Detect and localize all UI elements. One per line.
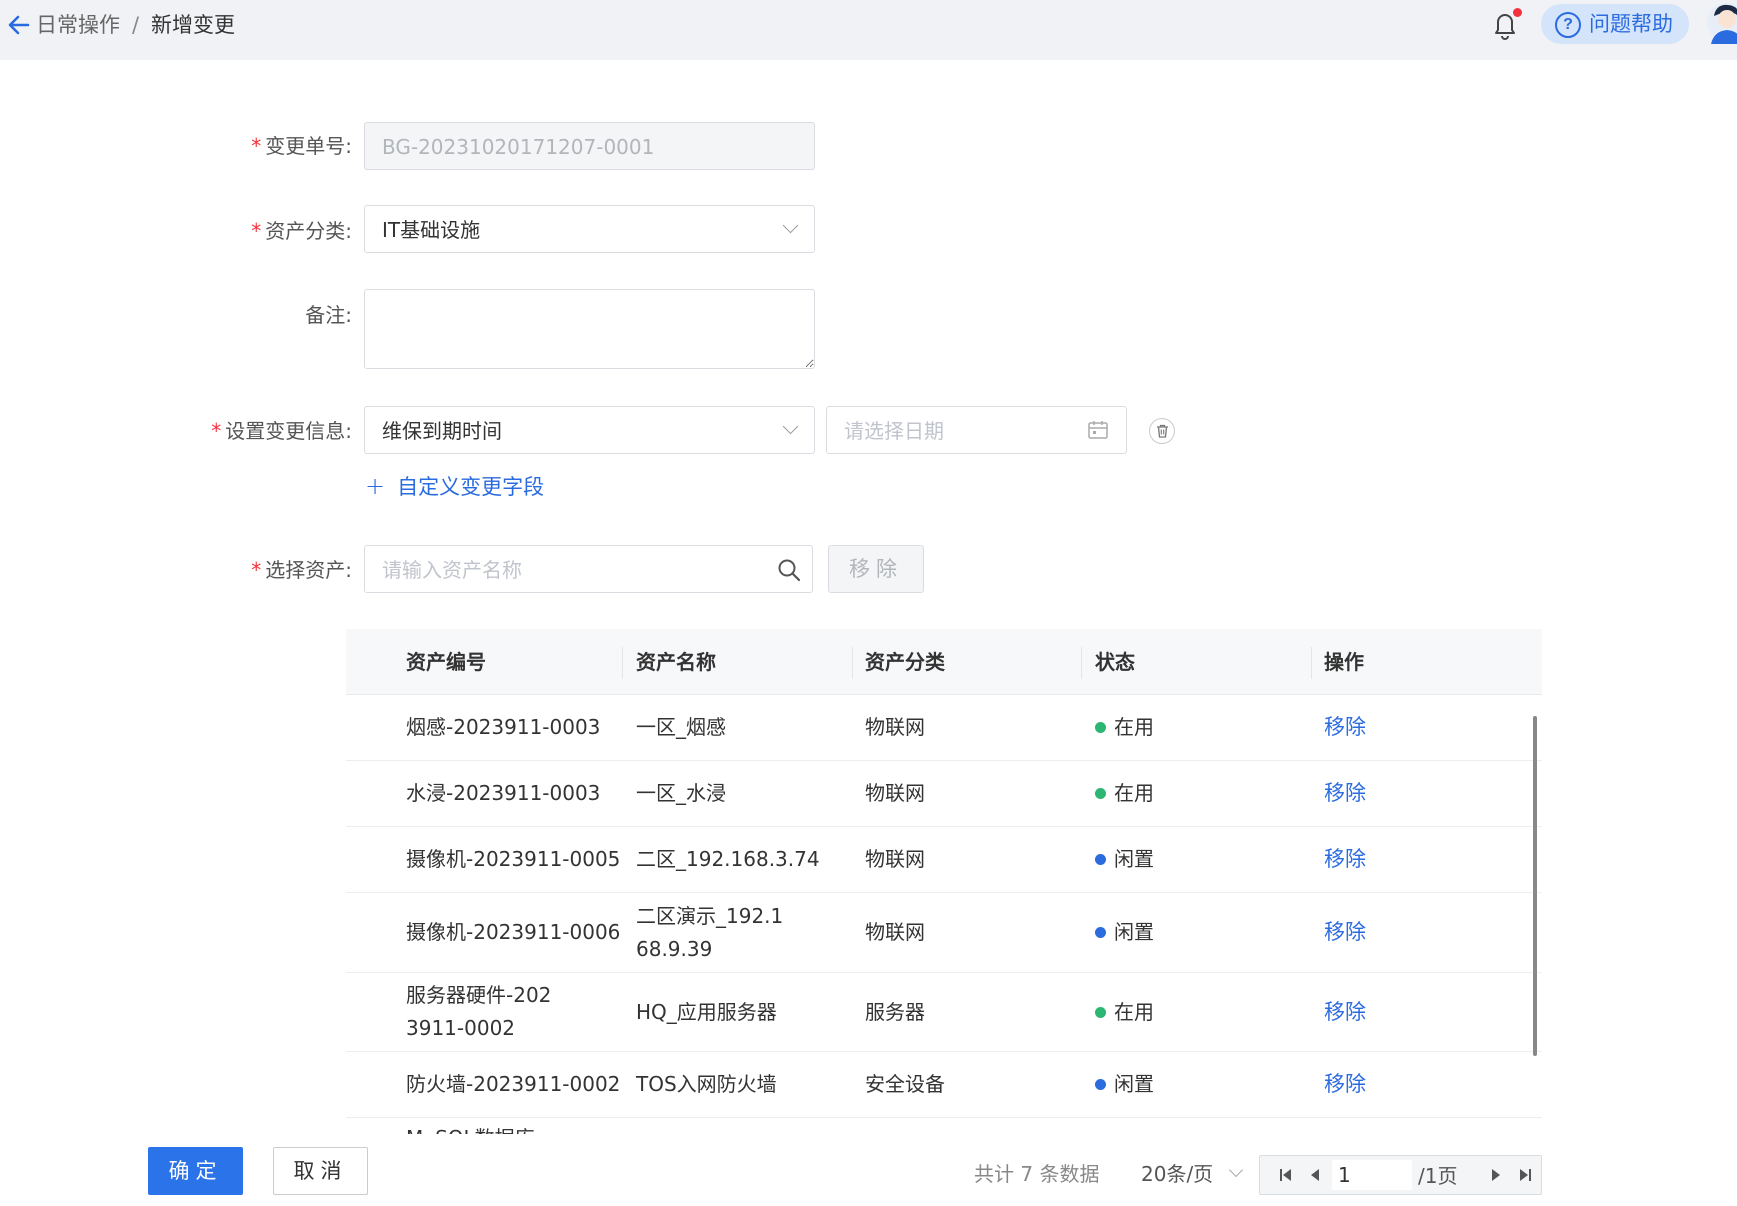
- table-header: 资产编号 资产名称 资产分类 状态 操作: [346, 629, 1542, 695]
- add-custom-field-link[interactable]: + 自定义变更字段: [365, 473, 544, 500]
- chevron-down-icon: [782, 217, 799, 234]
- trash-icon: [1157, 424, 1168, 438]
- chevron-down-icon: [1228, 1162, 1244, 1178]
- page-count: /1页: [1418, 1164, 1458, 1188]
- table-row: 摄像机-2023911-0006 二区演示_192.168.9.39 物联网 闲…: [346, 893, 1542, 973]
- row-remove-link[interactable]: 移除: [1324, 893, 1424, 972]
- asset-name: HQ_应用服务器: [636, 999, 777, 1024]
- select-asset-label: * 选择资产:: [251, 558, 352, 582]
- status-badge: 在用: [1095, 761, 1305, 826]
- row-remove-link[interactable]: 移除: [1324, 1052, 1424, 1117]
- page-number-input[interactable]: 1: [1332, 1160, 1412, 1190]
- remark-label: 备注:: [305, 303, 352, 327]
- pagination-total: 共计 7 条数据: [974, 1162, 1100, 1186]
- chevron-down-icon: [782, 418, 799, 435]
- help-circle-icon: ?: [1555, 12, 1581, 38]
- breadcrumb-separator: /: [132, 13, 140, 37]
- notification-button[interactable]: [1490, 8, 1522, 40]
- asset-table: 资产编号 资产名称 资产分类 状态 操作 烟感-2023911-0003 一区_…: [346, 629, 1542, 1134]
- help-label: 问题帮助: [1589, 12, 1673, 36]
- remark-textarea[interactable]: [364, 289, 815, 369]
- calendar-icon: [1088, 421, 1108, 439]
- asset-name: 二区_192.168.3.74: [636, 847, 820, 871]
- asset-category: 安全设备: [865, 1072, 945, 1096]
- back-arrow-icon[interactable]: [6, 12, 32, 38]
- status-badge: 闲置: [1095, 1052, 1305, 1117]
- change-no-label: * 变更单号:: [251, 134, 352, 158]
- asset-name: 一区_水浸: [636, 781, 726, 805]
- delete-change-field-button[interactable]: [1149, 418, 1175, 444]
- col-asset-name: 资产名称: [636, 650, 716, 674]
- user-avatar[interactable]: [1706, 2, 1737, 44]
- asset-category-label: * 资产分类:: [251, 219, 352, 243]
- page-size-select[interactable]: 20条/页: [1141, 1161, 1213, 1187]
- first-page-icon[interactable]: [1276, 1165, 1296, 1185]
- breadcrumb-daily-ops[interactable]: 日常操作: [36, 12, 120, 38]
- asset-category: 物联网: [865, 920, 925, 944]
- table-row: 防火墙-2023911-0002 TOS入网防火墙 安全设备 闲置 移除: [346, 1052, 1542, 1118]
- asset-name: TOS入网防火墙: [636, 1072, 777, 1096]
- status-badge: 闲置: [1095, 893, 1305, 972]
- remove-selected-button[interactable]: 移除: [828, 545, 924, 593]
- row-remove-link[interactable]: 移除: [1324, 973, 1424, 1051]
- table-scrollbar[interactable]: [1533, 716, 1537, 1056]
- asset-code: 烟感-2023911-0003: [406, 715, 601, 739]
- asset-code: MySQL数据库: [406, 1118, 621, 1134]
- col-asset-code: 资产编号: [406, 650, 486, 674]
- date-picker[interactable]: 请选择日期: [826, 406, 1127, 454]
- change-field-select[interactable]: 维保到期时间: [364, 406, 815, 454]
- asset-search-input[interactable]: 请输入资产名称: [364, 545, 765, 593]
- table-row: MySQL数据库: [346, 1118, 1542, 1134]
- status-badge: 在用: [1095, 973, 1305, 1051]
- last-page-icon[interactable]: [1515, 1165, 1535, 1185]
- asset-code: 水浸-2023911-0003: [406, 781, 601, 805]
- status-badge: 闲置: [1095, 827, 1305, 892]
- plus-icon: +: [365, 472, 386, 500]
- cancel-button[interactable]: 取消: [273, 1147, 368, 1195]
- breadcrumb-current: 新增变更: [151, 13, 235, 37]
- asset-name: 一区_烟感: [636, 715, 726, 739]
- status-badge: 在用: [1095, 695, 1305, 760]
- row-remove-link[interactable]: 移除: [1324, 827, 1424, 892]
- pagination-control: 1 /1页: [1259, 1155, 1542, 1195]
- prev-page-icon[interactable]: [1305, 1165, 1325, 1185]
- confirm-button[interactable]: 确定: [148, 1147, 243, 1195]
- asset-code: 摄像机-2023911-0006: [406, 920, 621, 944]
- asset-category: 物联网: [865, 715, 925, 739]
- table-row: 水浸-2023911-0003 一区_水浸 物联网 在用 移除: [346, 761, 1542, 827]
- next-page-icon[interactable]: [1486, 1165, 1506, 1185]
- asset-code: 摄像机-2023911-0005: [406, 847, 621, 871]
- help-button[interactable]: ? 问题帮助: [1541, 4, 1689, 44]
- asset-category: 物联网: [865, 847, 925, 871]
- asset-code: 服务器硬件-2023911-0002: [406, 983, 552, 1040]
- asset-category: 服务器: [865, 999, 925, 1024]
- table-row: 摄像机-2023911-0005 二区_192.168.3.74 物联网 闲置 …: [346, 827, 1542, 893]
- change-no-field: BG-20231020171207-0001: [364, 122, 815, 170]
- table-row: 烟感-2023911-0003 一区_烟感 物联网 在用 移除: [346, 695, 1542, 761]
- col-action: 操作: [1324, 650, 1364, 674]
- search-button[interactable]: [764, 545, 813, 593]
- change-info-label: * 设置变更信息:: [211, 419, 352, 443]
- top-bar: 日常操作 / 新增变更 ? 问题帮助: [0, 0, 1737, 60]
- notification-dot: [1513, 8, 1522, 17]
- asset-name: 二区演示_192.168.9.39: [636, 903, 784, 961]
- search-icon: [778, 559, 801, 582]
- col-asset-category: 资产分类: [865, 650, 945, 674]
- asset-category-select[interactable]: IT基础设施: [364, 205, 815, 253]
- row-remove-link[interactable]: 移除: [1324, 761, 1424, 826]
- table-row: 服务器硬件-2023911-0002 HQ_应用服务器 服务器 在用 移除: [346, 973, 1542, 1052]
- asset-category: 物联网: [865, 781, 925, 805]
- row-remove-link[interactable]: 移除: [1324, 695, 1424, 760]
- col-status: 状态: [1095, 650, 1135, 674]
- asset-code: 防火墙-2023911-0002: [406, 1072, 621, 1096]
